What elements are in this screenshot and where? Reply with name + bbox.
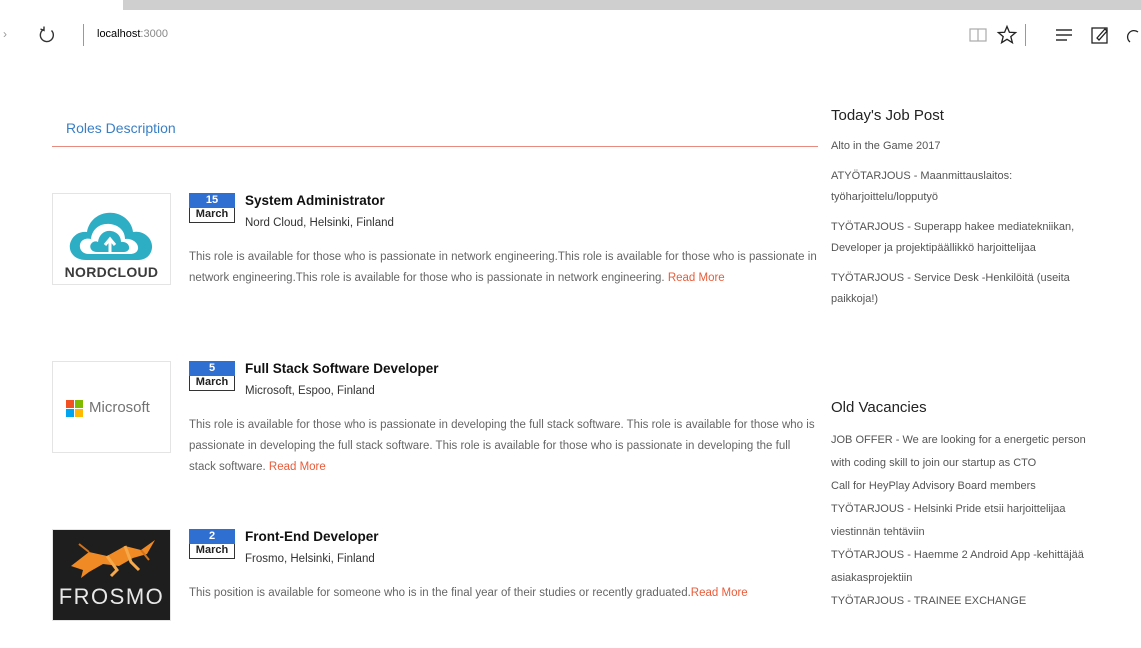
todays-job-link[interactable]: Alto in the Game 2017 xyxy=(831,136,1106,157)
microsoft-logo[interactable]: Microsoft xyxy=(52,361,171,453)
reading-view-icon[interactable] xyxy=(967,24,989,46)
date-badge: 15 March xyxy=(189,193,235,223)
toolbar-divider xyxy=(83,24,84,46)
logo-text: FROSMO xyxy=(58,584,165,609)
tab-strip xyxy=(123,0,1141,10)
date-day: 5 xyxy=(189,361,235,376)
todays-job-post-heading: Today's Job Post xyxy=(831,107,944,124)
cheetah-icon xyxy=(71,540,155,578)
todays-job-link[interactable]: TYÖTARJOUS - Superapp hakee mediatekniik… xyxy=(831,217,1106,259)
old-vacancies-heading: Old Vacancies xyxy=(831,399,927,416)
old-vacancy-link[interactable]: TYÖTARJOUS - Helsinki Pride etsii harjoi… xyxy=(831,498,1106,544)
job-company: Frosmo, Helsinki, Finland xyxy=(245,553,375,565)
date-badge: 2 March xyxy=(189,529,235,559)
toolbar-divider-right xyxy=(1025,24,1026,46)
forward-icon[interactable]: › xyxy=(3,27,7,41)
job-description: This role is available for those who is … xyxy=(189,415,819,478)
job-description: This role is available for those who is … xyxy=(189,247,819,289)
old-vacancy-link[interactable]: TYÖTARJOUS - Haemme 2 Android App -kehit… xyxy=(831,544,1106,590)
date-badge: 5 March xyxy=(189,361,235,391)
section-title: Roles Description xyxy=(66,120,176,136)
logo-text: Microsoft xyxy=(89,399,150,416)
favorite-star-icon[interactable] xyxy=(996,24,1018,46)
date-month: March xyxy=(189,376,235,391)
job-company: Nord Cloud, Helsinki, Finland xyxy=(245,217,394,229)
url-host: localhost xyxy=(97,28,141,40)
refresh-icon[interactable] xyxy=(36,24,58,46)
old-vacancy-link[interactable]: JOB OFFER - We are looking for a energet… xyxy=(831,429,1106,475)
date-month: March xyxy=(189,544,235,559)
hub-icon[interactable] xyxy=(1053,24,1075,46)
url-port: :3000 xyxy=(140,28,168,40)
logo-text: NORDCLOUD xyxy=(64,264,159,280)
job-company: Microsoft, Espoo, Finland xyxy=(245,385,375,397)
job-title[interactable]: Full Stack Software Developer xyxy=(245,361,439,376)
read-more-link[interactable]: Read More xyxy=(668,272,725,284)
share-icon[interactable] xyxy=(1124,24,1141,46)
nordcloud-logo[interactable]: NORDCLOUD xyxy=(52,193,171,285)
todays-job-post-list: Alto in the Game 2017 ATYÖTARJOUS - Maan… xyxy=(831,136,1106,319)
date-day: 2 xyxy=(189,529,235,544)
read-more-link[interactable]: Read More xyxy=(269,461,326,473)
date-month: March xyxy=(189,208,235,223)
microsoft-squares-icon xyxy=(66,400,83,417)
section-divider xyxy=(52,146,818,147)
todays-job-link[interactable]: ATYÖTARJOUS - Maanmittauslaitos: työharj… xyxy=(831,166,1106,208)
address-bar[interactable]: localhost:3000 xyxy=(97,28,168,40)
old-vacancies-list: JOB OFFER - We are looking for a energet… xyxy=(831,429,1106,613)
job-description-text: This position is available for someone w… xyxy=(189,587,691,599)
old-vacancy-link[interactable]: TYÖTARJOUS - TRAINEE EXCHANGE xyxy=(831,590,1106,613)
date-day: 15 xyxy=(189,193,235,208)
job-title[interactable]: System Administrator xyxy=(245,193,385,208)
web-note-icon[interactable] xyxy=(1089,24,1111,46)
todays-job-link[interactable]: TYÖTARJOUS - Service Desk -Henkilöitä (u… xyxy=(831,268,1106,310)
frosmo-logo[interactable]: FROSMO xyxy=(52,529,171,621)
job-title[interactable]: Front-End Developer xyxy=(245,529,379,544)
job-description: This position is available for someone w… xyxy=(189,583,819,604)
browser-toolbar: › localhost:3000 xyxy=(0,10,1141,62)
old-vacancy-link[interactable]: Call for HeyPlay Advisory Board members xyxy=(831,475,1106,498)
read-more-link[interactable]: Read More xyxy=(691,587,748,599)
